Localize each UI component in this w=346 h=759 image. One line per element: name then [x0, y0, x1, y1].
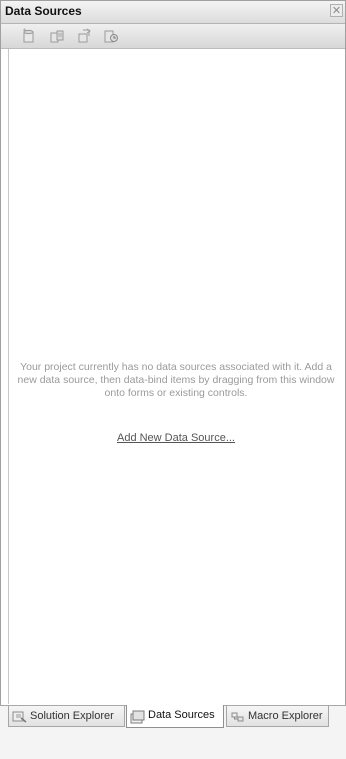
tab-label: Macro Explorer: [248, 710, 323, 722]
macro-explorer-icon: [231, 712, 244, 722]
edit-dataset-designer-button[interactable]: [49, 28, 67, 44]
tab-macro-explorer[interactable]: Macro Explorer: [226, 706, 329, 727]
panel-title: Data Sources: [5, 4, 82, 18]
refresh-button[interactable]: [103, 28, 121, 44]
tab-data-sources[interactable]: Data Sources: [126, 705, 224, 728]
solution-explorer-icon: [12, 711, 27, 723]
data-sources-panel: Data Sources ✕ Your project currently ha…: [0, 0, 346, 759]
toolbar: [0, 24, 346, 49]
tool-window-tabstrip: Solution Explorer Data Sources Macro Exp…: [0, 705, 346, 759]
tab-solution-explorer[interactable]: Solution Explorer: [8, 706, 125, 727]
panel-border: [0, 24, 1, 705]
panel-title-bar[interactable]: Data Sources ✕: [0, 0, 346, 24]
data-sources-content: Your project currently has no data sourc…: [8, 49, 335, 704]
data-sources-icon: [130, 710, 145, 724]
empty-state-message: Your project currently has no data sourc…: [17, 361, 335, 399]
add-data-source-button[interactable]: [21, 28, 39, 44]
tab-label: Solution Explorer: [30, 710, 114, 722]
edit-dataset-designer-icon: [50, 30, 64, 43]
configure-dataset-button[interactable]: [77, 28, 95, 44]
add-new-data-source-link[interactable]: Add New Data Source...: [117, 432, 235, 444]
close-button[interactable]: ✕: [330, 4, 343, 17]
add-data-source-icon: [23, 28, 34, 43]
refresh-icon: [104, 30, 118, 43]
tab-label: Data Sources: [148, 709, 215, 721]
configure-dataset-icon: [78, 28, 91, 43]
close-icon: ✕: [331, 4, 342, 17]
